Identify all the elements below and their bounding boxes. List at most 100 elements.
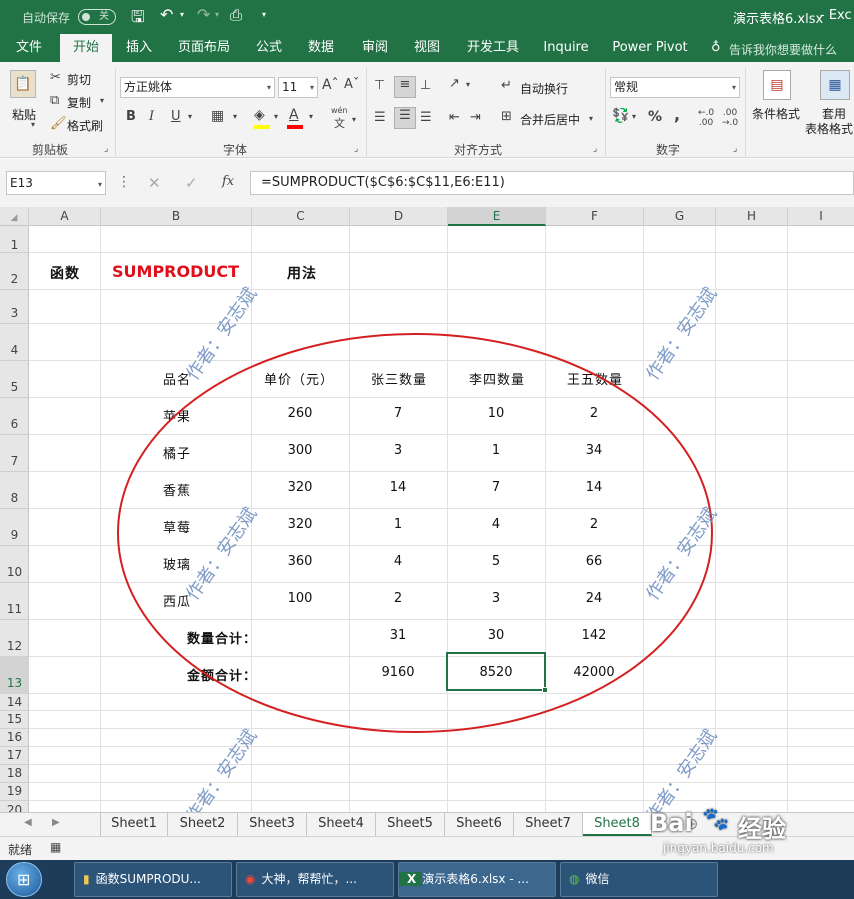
tab-power-pivot[interactable]: Power Pivot bbox=[608, 34, 692, 62]
tab-insert[interactable]: 插入 bbox=[118, 34, 160, 62]
row-header[interactable]: 9 bbox=[0, 509, 29, 546]
decrease-decimal-icon[interactable]: .00 →.0 bbox=[722, 108, 738, 128]
phonetic-dropdown-icon[interactable]: ▾ bbox=[352, 115, 356, 124]
prev-sheet-icon[interactable]: ◀ bbox=[24, 817, 32, 828]
sheet-tab[interactable]: Sheet4 bbox=[307, 813, 376, 836]
paste-icon[interactable]: 📋 bbox=[10, 70, 36, 98]
font-color-dropdown-icon[interactable]: ▾ bbox=[309, 112, 313, 121]
save-icon[interactable]: 🖫 bbox=[131, 6, 145, 33]
taskbar-item-excel[interactable]: X 演示表格6.xlsx - ... bbox=[398, 862, 556, 897]
copy-dropdown-icon[interactable]: ▾ bbox=[100, 96, 104, 105]
row-header[interactable]: 14 bbox=[0, 694, 29, 711]
orientation-icon[interactable]: ↗ bbox=[449, 76, 460, 91]
tab-developer[interactable]: 开发工具 bbox=[460, 34, 526, 62]
conditional-format-icon[interactable]: ▤ bbox=[763, 70, 791, 100]
italic-button[interactable]: I bbox=[149, 109, 154, 124]
column-header-d[interactable]: D bbox=[350, 207, 448, 226]
sheet-tab[interactable]: Sheet7 bbox=[514, 813, 583, 836]
font-color-icon[interactable]: A bbox=[289, 107, 299, 123]
orientation-dropdown-icon[interactable]: ▾ bbox=[466, 80, 470, 89]
row-header[interactable]: 4 bbox=[0, 324, 29, 361]
bold-button[interactable]: B bbox=[126, 109, 136, 124]
sheet-tab[interactable]: Sheet2 bbox=[168, 813, 238, 836]
cut-button[interactable]: 剪切 bbox=[67, 71, 91, 88]
tab-review[interactable]: 审阅 bbox=[354, 34, 396, 62]
taskbar-item-wechat[interactable]: ◍ 微信 bbox=[560, 862, 718, 897]
row-header[interactable]: 2 bbox=[0, 253, 29, 290]
sheet-tab[interactable]: Sheet1 bbox=[100, 813, 168, 836]
macro-record-icon[interactable]: ▦ bbox=[50, 840, 61, 854]
row-header[interactable]: 11 bbox=[0, 583, 29, 620]
sheet-tab[interactable]: Sheet5 bbox=[376, 813, 445, 836]
undo-icon[interactable]: ↶ bbox=[160, 5, 173, 24]
column-header-g[interactable]: G bbox=[644, 207, 716, 226]
font-size-combo[interactable]: 11 ▾ bbox=[278, 77, 318, 98]
increase-indent-icon[interactable]: ⇥ bbox=[470, 110, 481, 125]
phonetic-guide-button[interactable]: 文 bbox=[334, 115, 345, 131]
tab-inquire[interactable]: Inquire bbox=[538, 34, 594, 62]
row-header[interactable]: 13 bbox=[0, 657, 29, 694]
column-header-c[interactable]: C bbox=[252, 207, 350, 226]
increase-decimal-icon[interactable]: ←.0.00 bbox=[698, 108, 714, 128]
sheet-tab-active[interactable]: Sheet8 bbox=[583, 813, 652, 836]
wrap-text-button[interactable]: 自动换行 bbox=[520, 80, 568, 97]
start-button[interactable]: ⊞ bbox=[6, 862, 42, 897]
font-launcher-icon[interactable]: ⌟ bbox=[354, 144, 358, 154]
borders-dropdown-icon[interactable]: ▾ bbox=[233, 112, 237, 121]
tab-data[interactable]: 数据 bbox=[300, 34, 342, 62]
taskbar-item-chrome[interactable]: ◉ 大神，帮帮忙，... bbox=[236, 862, 394, 897]
merge-center-button[interactable]: 合并后居中 bbox=[520, 111, 580, 128]
underline-button[interactable]: U bbox=[171, 109, 181, 124]
column-header-b[interactable]: B bbox=[101, 207, 252, 226]
row-header[interactable]: 12 bbox=[0, 620, 29, 657]
tab-home[interactable]: 开始 bbox=[60, 34, 112, 62]
format-painter-button[interactable]: 格式刷 bbox=[67, 117, 103, 134]
underline-dropdown-icon[interactable]: ▾ bbox=[188, 112, 192, 121]
column-header-e[interactable]: E bbox=[448, 207, 546, 226]
copy-button[interactable]: 复制 bbox=[67, 94, 91, 111]
customize-qat-icon[interactable]: ▾ bbox=[262, 10, 266, 19]
clipboard-launcher-icon[interactable]: ⌟ bbox=[104, 144, 108, 154]
align-top-icon[interactable]: ⊤ bbox=[374, 78, 385, 93]
row-header[interactable]: 7 bbox=[0, 435, 29, 472]
decrease-font-icon[interactable]: Aˇ bbox=[344, 77, 359, 92]
font-name-combo[interactable]: 方正姚体 ▾ bbox=[120, 77, 275, 98]
row-header[interactable]: 17 bbox=[0, 747, 29, 765]
conditional-format-button[interactable]: 条件格式 bbox=[752, 105, 800, 122]
borders-icon[interactable]: ▦ bbox=[211, 108, 224, 124]
sheet-tab[interactable]: Sheet6 bbox=[445, 813, 514, 836]
comma-button[interactable]: , bbox=[674, 105, 680, 124]
tell-me-box[interactable]: 告诉我你想要做什么 bbox=[729, 41, 837, 58]
taskbar-item-explorer[interactable]: ▮ 函数SUMPRODU... bbox=[74, 862, 232, 897]
name-box[interactable]: E13 ▾ bbox=[6, 171, 106, 195]
row-header[interactable]: 19 bbox=[0, 783, 29, 801]
column-header-a[interactable]: A bbox=[29, 207, 101, 226]
row-header[interactable]: 18 bbox=[0, 765, 29, 783]
number-launcher-icon[interactable]: ⌟ bbox=[733, 144, 737, 154]
column-header-h[interactable]: H bbox=[716, 207, 788, 226]
column-header-f[interactable]: F bbox=[546, 207, 644, 226]
increase-font-icon[interactable]: Aˆ bbox=[322, 77, 339, 93]
currency-dropdown-icon[interactable]: ▾ bbox=[632, 112, 636, 121]
align-left-icon[interactable]: ☰ bbox=[374, 110, 386, 125]
next-sheet-icon[interactable]: ▶ bbox=[52, 817, 60, 828]
row-header[interactable]: 3 bbox=[0, 290, 29, 324]
row-header[interactable]: 6 bbox=[0, 398, 29, 435]
tab-file[interactable]: 文件 bbox=[6, 34, 52, 62]
row-header[interactable]: 15 bbox=[0, 711, 29, 729]
align-right-icon[interactable]: ☰ bbox=[420, 110, 432, 125]
fill-dropdown-icon[interactable]: ▾ bbox=[274, 112, 278, 121]
row-header[interactable]: 16 bbox=[0, 729, 29, 747]
row-header[interactable]: 8 bbox=[0, 472, 29, 509]
more-options-icon[interactable]: ⋮ bbox=[117, 174, 131, 190]
select-all-corner[interactable]: ◢ bbox=[0, 207, 29, 226]
row-header[interactable]: 10 bbox=[0, 546, 29, 583]
decrease-indent-icon[interactable]: ⇤ bbox=[449, 110, 460, 125]
fill-color-icon[interactable]: ◈ bbox=[254, 107, 265, 123]
row-header[interactable]: 20 bbox=[0, 801, 29, 817]
align-center-icon[interactable]: ☰ bbox=[394, 107, 416, 129]
undo-dropdown-icon[interactable]: ▾ bbox=[180, 10, 184, 19]
formula-input[interactable]: =SUMPRODUCT($C$6:$C$11,E6:E11) bbox=[250, 171, 854, 195]
column-header-i[interactable]: I bbox=[788, 207, 854, 226]
align-middle-icon[interactable]: ≡ bbox=[394, 76, 416, 98]
